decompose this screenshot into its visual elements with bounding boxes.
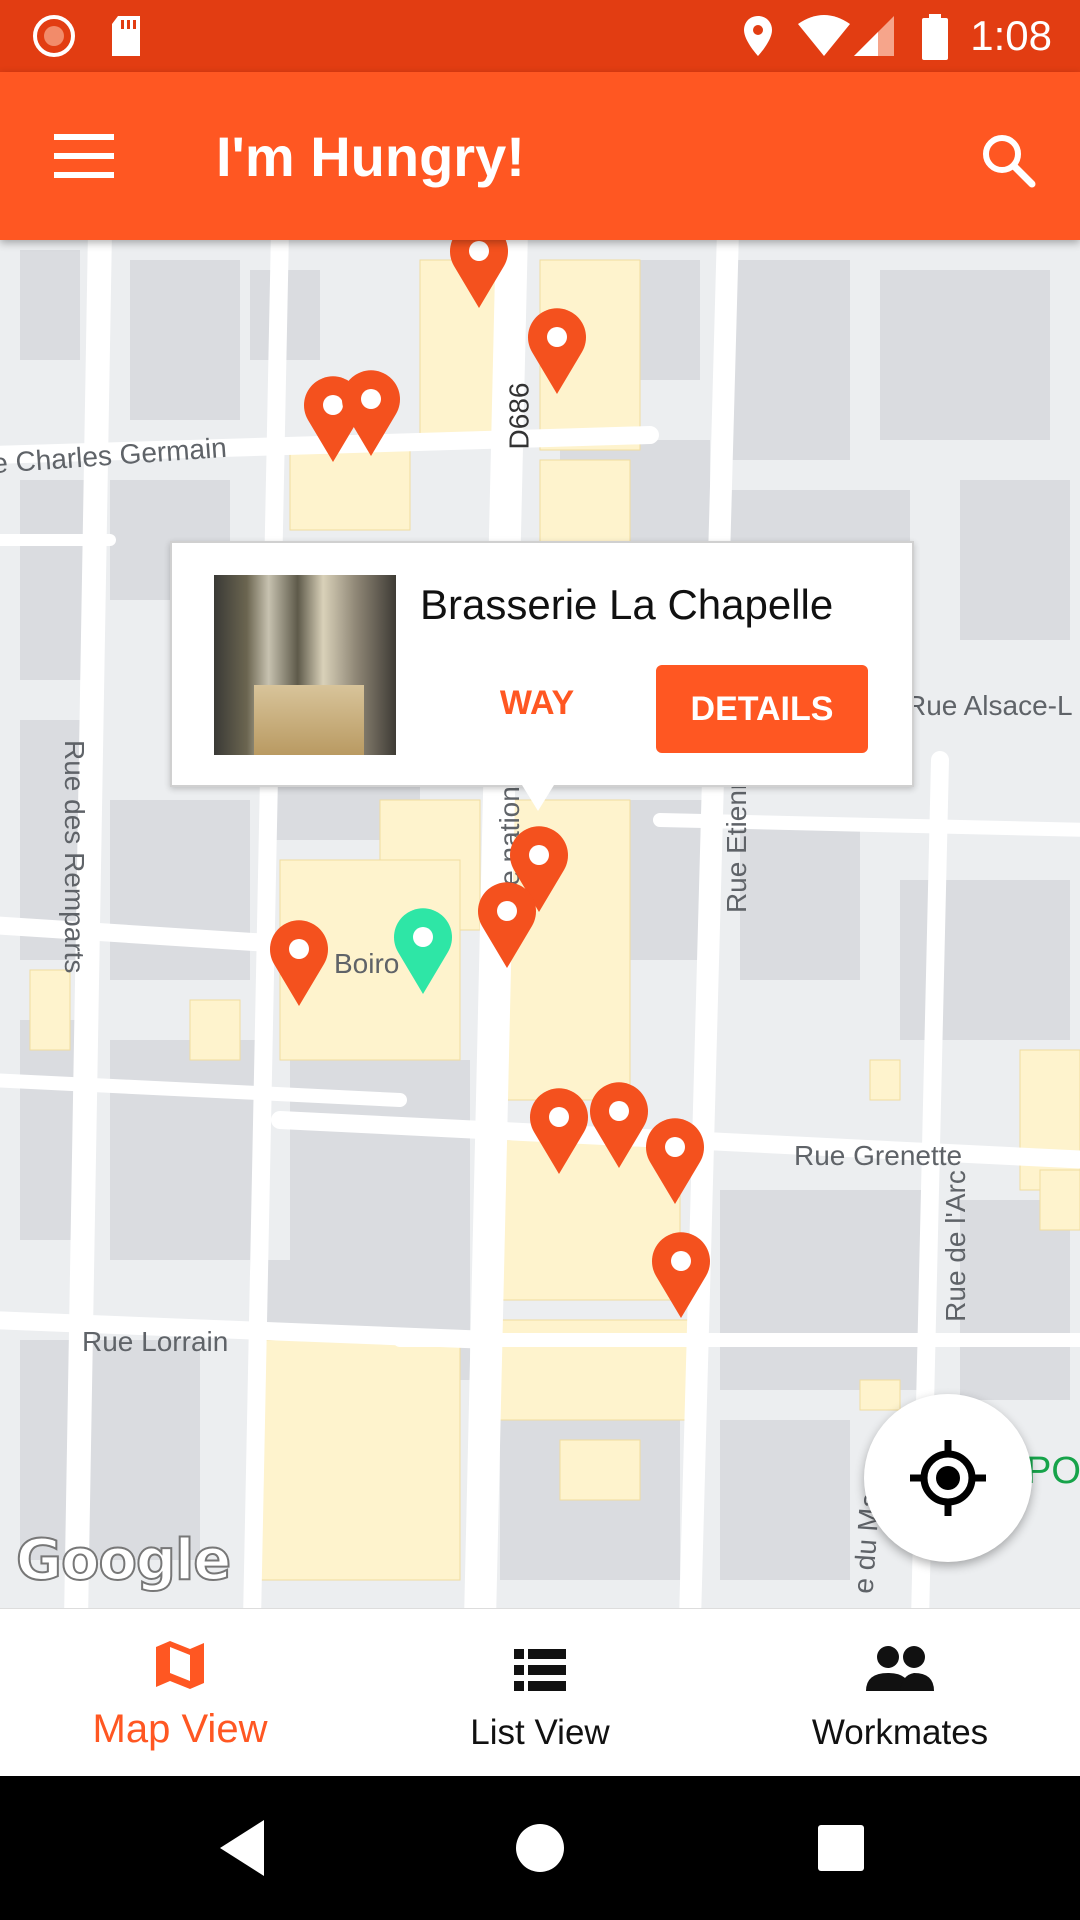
home-icon[interactable] <box>514 1816 566 1880</box>
app-bar: I'm Hungry! <box>0 72 1080 240</box>
restaurant-pin[interactable] <box>476 880 538 970</box>
google-logo: Google <box>15 1527 232 1594</box>
restaurant-pin[interactable] <box>526 306 588 396</box>
record-icon <box>33 15 75 57</box>
restaurant-pin[interactable] <box>268 918 330 1008</box>
tab-label: Map View <box>92 1707 268 1751</box>
street-label: Rue Lorrain <box>82 1326 229 1357</box>
street-label: Rue Grenette <box>794 1140 963 1171</box>
crosshair-icon <box>910 1440 986 1516</box>
status-bar: 1:08 <box>0 0 1080 72</box>
app-title: I'm Hungry! <box>216 125 525 188</box>
wifi-icon <box>798 15 850 56</box>
people-icon <box>866 1646 934 1691</box>
way-button[interactable]: WAY <box>472 665 602 741</box>
location-icon <box>744 16 772 56</box>
list-icon <box>514 1649 566 1691</box>
tab-label: Workmates <box>811 1713 989 1752</box>
street-label: POI <box>1026 1450 1080 1492</box>
street-label: Boiro <box>334 948 400 979</box>
restaurant-info-window[interactable]: Brasserie La Chapelle WAY DETAILS <box>170 541 914 811</box>
street-label: Rue des Remparts <box>59 740 90 974</box>
clock: 1:08 <box>970 12 1052 59</box>
restaurant-pin[interactable] <box>340 368 402 458</box>
bottom-navigation: Map View List View Workmates <box>0 1608 1080 1777</box>
selected-restaurant-pin[interactable] <box>392 906 454 996</box>
tab-label: List View <box>470 1713 610 1752</box>
restaurant-name: Brasserie La Chapelle <box>420 581 834 628</box>
back-icon[interactable] <box>214 1816 274 1880</box>
restaurant-pin[interactable] <box>644 1116 706 1206</box>
system-navigation-bar <box>0 1776 1080 1920</box>
map-icon <box>156 1641 204 1689</box>
my-location-button[interactable] <box>864 1394 1032 1562</box>
restaurant-pin[interactable] <box>650 1230 712 1320</box>
signal-icon <box>854 16 894 56</box>
sd-card-icon <box>112 16 140 56</box>
tab-map-view[interactable]: Map View <box>0 1609 360 1777</box>
battery-icon <box>922 14 948 60</box>
recents-icon[interactable] <box>816 1816 866 1880</box>
street-label: Rue de l'Arc <box>939 1170 971 1322</box>
menu-icon <box>54 134 114 140</box>
restaurant-photo <box>214 575 396 755</box>
restaurant-pin[interactable] <box>528 1086 590 1176</box>
restaurant-pin[interactable] <box>588 1080 650 1170</box>
details-button[interactable]: DETAILS <box>656 665 868 753</box>
street-label: Rue Alsace-L <box>906 690 1073 721</box>
tab-list-view[interactable]: List View <box>360 1609 720 1777</box>
restaurant-pin[interactable] <box>448 240 510 310</box>
menu-button[interactable] <box>54 134 114 178</box>
search-icon[interactable] <box>978 130 1038 190</box>
tab-workmates[interactable]: Workmates <box>720 1609 1080 1777</box>
